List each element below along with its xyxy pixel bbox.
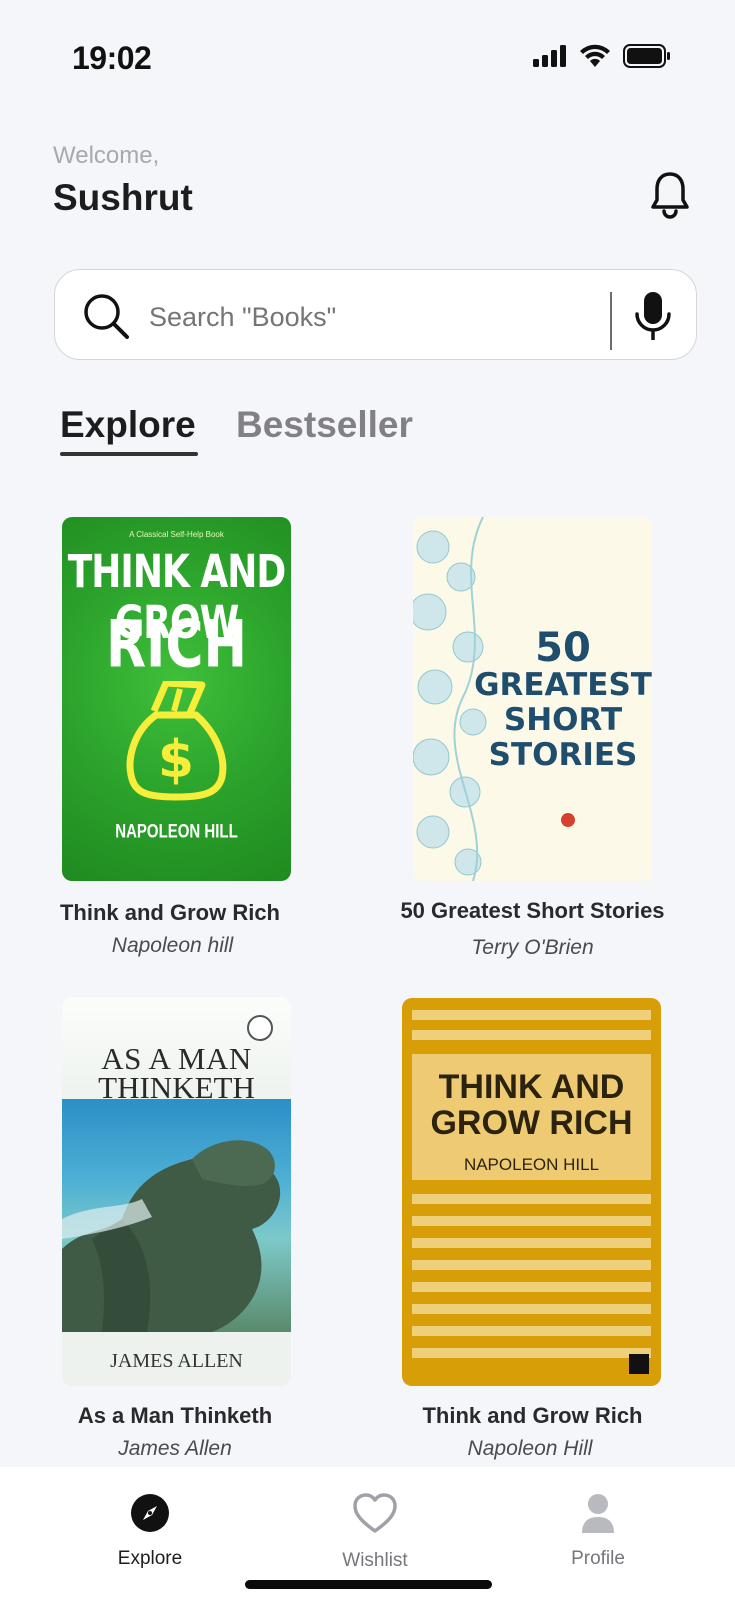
- status-time: 19:02: [72, 40, 152, 76]
- app-screen: 19:02 Welcome, Sushrut Search "Books" Ex…: [0, 0, 735, 1600]
- publisher-logo: [561, 813, 575, 827]
- cover-title-line: GREATEST: [474, 667, 652, 703]
- book-title[interactable]: Think and Grow Rich: [405, 1403, 660, 1429]
- book-author: Terry O'Brien: [471, 936, 594, 959]
- book-cover[interactable]: AS A MAN THINKETH JAMES ALLEN: [62, 997, 291, 1386]
- cover-header: AS A MAN THINKETH: [62, 997, 291, 1105]
- signal-icon: [533, 45, 566, 67]
- cover-title-line: STORIES: [488, 737, 638, 773]
- cover-author: JAMES ALLEN: [110, 1350, 243, 1372]
- compass-icon: [131, 1494, 169, 1532]
- cover-tagline: A Classical Self-Help Book: [129, 530, 224, 539]
- search-bar[interactable]: [54, 269, 697, 360]
- active-tab-indicator: [60, 452, 198, 456]
- book-cover[interactable]: THINK AND GROW RICH NAPOLEON HILL: [402, 998, 661, 1386]
- cover-author: NAPOLEON HILL: [115, 820, 238, 843]
- cover-title-line: GROW RICH: [430, 1104, 633, 1142]
- nav-label: Explore: [117, 1548, 183, 1569]
- nav-label: Profile: [571, 1548, 625, 1569]
- book-author: James Allen: [118, 1437, 232, 1460]
- statue-illustration: [62, 1140, 281, 1332]
- search-icon: [84, 294, 129, 339]
- battery-icon: [623, 44, 670, 68]
- status-icons: [533, 44, 671, 68]
- svg-text:$: $: [158, 730, 194, 790]
- cover-title-line: 50: [535, 625, 591, 671]
- tab-bestseller[interactable]: Bestseller: [236, 404, 413, 446]
- book-title[interactable]: 50 Greatest Short Stories: [385, 898, 680, 924]
- nav-profile[interactable]: Profile: [558, 1493, 638, 1570]
- cover-title-line: SHORT: [503, 702, 623, 738]
- nav-wishlist[interactable]: Wishlist: [330, 1493, 420, 1572]
- microphone-icon[interactable]: [633, 290, 673, 344]
- wifi-icon: [580, 44, 610, 67]
- book-author: Napoleon hill: [111, 934, 234, 957]
- welcome-text: Welcome,: [53, 142, 160, 169]
- cover-title-panel: THINK AND GROW RICH NAPOLEON HILL: [412, 1054, 651, 1180]
- search-divider: [610, 292, 612, 350]
- nav-explore[interactable]: Explore: [110, 1493, 190, 1570]
- book-cover[interactable]: 50 GREATEST SHORT STORIES: [413, 517, 652, 881]
- cover-footer: JAMES ALLEN: [62, 1332, 291, 1386]
- publisher-logo: [247, 1015, 273, 1041]
- cover-title-line: THINK AND: [438, 1068, 625, 1106]
- book-author: Napoleon Hill: [467, 1437, 593, 1460]
- tab-explore[interactable]: Explore: [60, 404, 196, 446]
- thinker-statue-image: [62, 1099, 291, 1332]
- person-icon: [582, 1494, 614, 1533]
- book-title[interactable]: Think and Grow Rich: [55, 900, 285, 926]
- money-bag-icon: $: [126, 681, 227, 801]
- cover-title-line: RICH: [105, 607, 248, 683]
- nav-label: Wishlist: [342, 1550, 408, 1571]
- cover-author: NAPOLEON HILL: [463, 1155, 600, 1174]
- username: Sushrut: [53, 177, 193, 218]
- home-indicator: [245, 1580, 492, 1589]
- bell-icon[interactable]: [650, 170, 690, 222]
- book-title[interactable]: As a Man Thinketh: [60, 1403, 290, 1429]
- book-cover[interactable]: A Classical Self-Help Book THINK AND GRO…: [62, 517, 291, 881]
- search-input[interactable]: [149, 302, 589, 333]
- heart-icon: [353, 1493, 397, 1533]
- publisher-logo: [629, 1354, 649, 1374]
